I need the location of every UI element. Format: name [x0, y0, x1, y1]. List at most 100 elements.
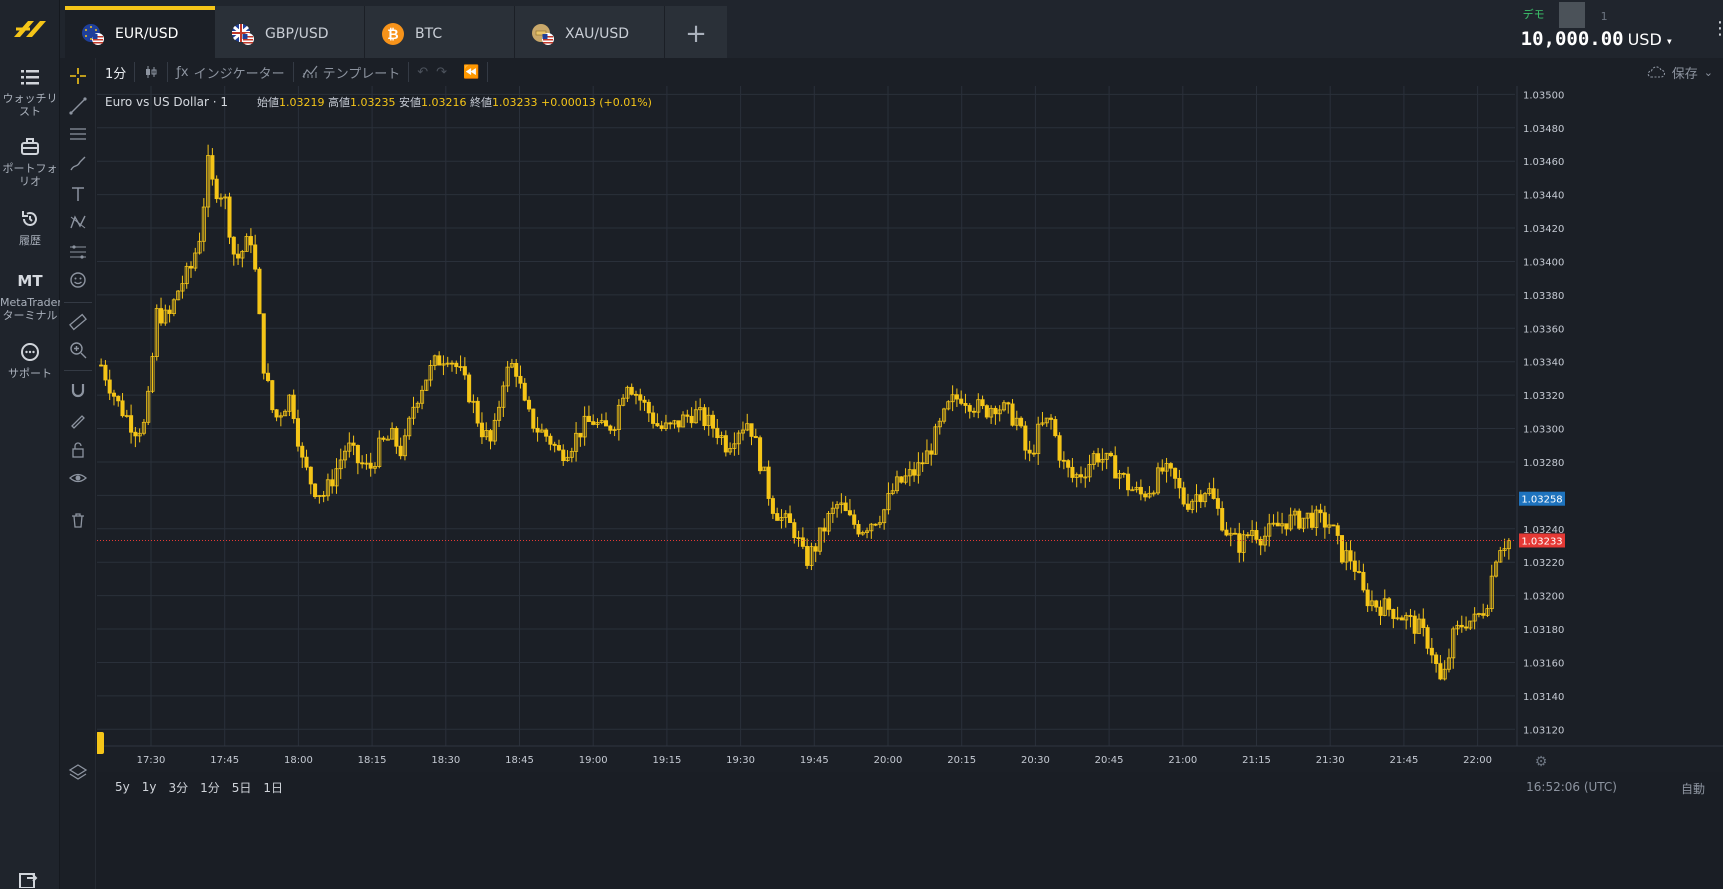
nav-support[interactable]: サポート [0, 341, 60, 380]
briefcase-icon [21, 138, 39, 155]
range-5d[interactable]: 5日 [226, 779, 258, 796]
candle-body [766, 466, 771, 499]
price-chart[interactable]: 1.03500 1.03480 1.03460 1.03440 1.03420 1.034… [97, 86, 1723, 854]
candle-body [475, 400, 480, 424]
layers-icon[interactable] [66, 760, 90, 784]
candle-body [899, 476, 904, 483]
svg-text:₿: ₿ [387, 27, 398, 43]
candle-body [633, 393, 639, 396]
candle-body [843, 502, 848, 512]
candle-body [467, 374, 472, 403]
range-1y[interactable]: 1y [136, 780, 163, 794]
candle-body [159, 308, 164, 324]
nav-portfolio[interactable]: ポートフォ リオ [0, 136, 60, 188]
pattern-icon[interactable] [66, 210, 90, 234]
logout-icon[interactable] [18, 868, 40, 888]
y-tick-label: 1.03420 [1523, 224, 1564, 235]
y-tick-label: 1.03120 [1523, 725, 1564, 736]
ruler-icon[interactable] [66, 310, 90, 334]
candle-body [355, 444, 360, 464]
trendline-icon[interactable] [66, 94, 90, 118]
candle-body [676, 420, 681, 428]
exness-logo[interactable] [0, 0, 60, 58]
range-3m[interactable]: 3分 [163, 779, 195, 796]
undo-icon[interactable]: ↶ [409, 58, 436, 86]
candle-body [758, 437, 763, 472]
tab-eurusd[interactable]: EUR/USD [65, 6, 215, 62]
candle-body [1070, 466, 1075, 478]
candle-body [1310, 512, 1315, 528]
trash-icon[interactable] [66, 508, 90, 532]
rewind-icon[interactable]: ⏪ [455, 58, 487, 86]
indicators-button[interactable]: ƒx インジケーター [168, 58, 292, 86]
candle-body [107, 379, 112, 394]
candle-body [1459, 624, 1464, 628]
x-tick-label: 18:45 [505, 755, 534, 766]
candle-body [257, 268, 262, 315]
tab-xauusd[interactable]: XAU/USD [515, 6, 665, 62]
x-tick-label: 18:15 [358, 755, 387, 766]
lock-pencil-icon[interactable] [66, 408, 90, 432]
candle-body [227, 196, 232, 238]
tab-btc[interactable]: ₿ BTC [365, 6, 515, 62]
candle-body [1365, 589, 1370, 607]
more-menu-icon[interactable]: ⋮ [1711, 18, 1723, 39]
candle-body [552, 443, 557, 446]
range-1m[interactable]: 1分 [194, 779, 226, 796]
templates-button[interactable]: テンプレート [294, 58, 409, 86]
candle-body [111, 392, 117, 397]
candle-body [1374, 600, 1379, 608]
y-tick-label: 1.03180 [1523, 625, 1564, 636]
magnet-icon[interactable] [66, 378, 90, 402]
candle-body [792, 522, 797, 539]
text-icon[interactable] [66, 182, 90, 206]
candle-body [291, 394, 296, 419]
template-icon [302, 65, 318, 78]
candle-body [270, 380, 275, 411]
nav-metatrader[interactable]: MT MetaTrader ターミナル [0, 270, 62, 322]
candle-body [1173, 467, 1178, 479]
candle-body [852, 514, 857, 525]
crosshair-icon[interactable] [66, 64, 90, 88]
chart-canvas[interactable]: 1.03500 1.03480 1.03460 1.03440 1.03420 1.034… [97, 86, 1723, 772]
gold-icon [532, 24, 554, 45]
brush-icon[interactable] [66, 152, 90, 176]
save-label: 保存 [1671, 66, 1698, 82]
candle-type-button[interactable] [135, 58, 167, 86]
candle-body [1408, 615, 1413, 617]
nav-history[interactable]: 履歴 [0, 208, 60, 247]
top-bar: EUR/USD GBP/USD ₿ BTC XAU/USD + デモ 1 10,… [60, 0, 1723, 62]
interval-button[interactable]: 1分 [97, 58, 134, 86]
candle-body [847, 510, 852, 516]
redo-icon[interactable]: ↷ [436, 58, 455, 86]
candle-body [1331, 524, 1336, 527]
range-1d[interactable]: 1日 [257, 779, 289, 796]
candle-body [1387, 598, 1392, 610]
tab-gbpusd[interactable]: GBP/USD [215, 6, 365, 62]
lock-icon[interactable] [66, 438, 90, 462]
balance-dropdown[interactable]: 10,000.00 USD ▾ [1521, 28, 1673, 50]
low-value: 1.03216 [421, 96, 467, 109]
save-button[interactable]: 保存 ⌄ [1646, 58, 1713, 86]
smiley-icon[interactable] [66, 268, 90, 292]
range-5y[interactable]: 5y [109, 780, 136, 794]
price-marker-label: 1.03233 [1521, 536, 1562, 547]
candle-body [1335, 525, 1340, 536]
y-tick-label: 1.03220 [1523, 558, 1564, 569]
x-tick-label: 22:00 [1463, 755, 1492, 766]
candle-body [971, 410, 977, 413]
balance-currency: USD [1627, 30, 1662, 49]
candle-body [548, 435, 553, 445]
candle-body [1023, 425, 1028, 451]
candle-body [1053, 419, 1058, 437]
horizontal-lines-icon[interactable] [66, 122, 90, 146]
auto-scale-button[interactable]: 自動 [1681, 780, 1705, 797]
candle-body [873, 523, 878, 526]
add-tab-button[interactable]: + [665, 6, 727, 62]
zoom-in-icon[interactable] [66, 338, 90, 362]
nav-watchlist[interactable]: ウォッチリ スト [0, 66, 60, 118]
prediction-icon[interactable] [66, 240, 90, 264]
candle-body [1138, 486, 1143, 495]
eye-icon[interactable] [66, 466, 90, 490]
logo-icon [14, 21, 46, 37]
